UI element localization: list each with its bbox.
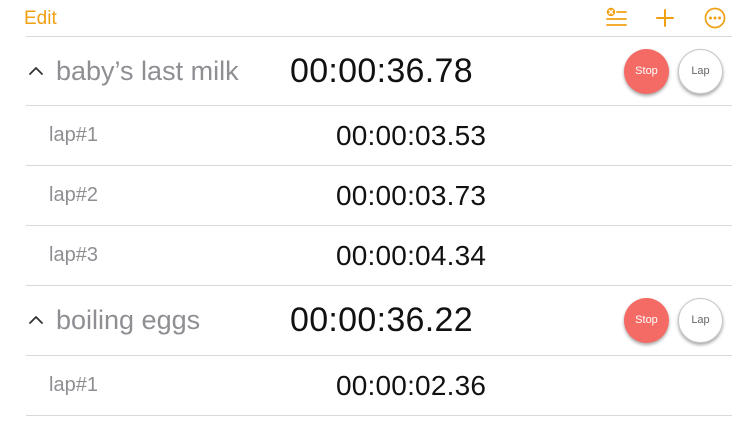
toolbar: Edit (0, 0, 750, 38)
divider (26, 415, 732, 416)
lap-row: lap#1 00:00:02.36 (26, 355, 732, 415)
plus-icon[interactable] (653, 6, 677, 30)
timer-elapsed: 00:00:36.78 (290, 52, 473, 90)
lap-label: lap#1 (49, 374, 98, 396)
lap-row: lap#1 00:00:03.53 (26, 105, 732, 165)
timer-elapsed: 00:00:36.22 (290, 301, 473, 339)
lap-button[interactable]: Lap (678, 298, 723, 343)
stop-button[interactable]: Stop (624, 298, 669, 343)
checklist-delete-icon[interactable] (604, 6, 628, 30)
chevron-up-icon[interactable] (28, 63, 44, 79)
lap-time: 00:00:03.73 (336, 180, 487, 211)
lap-time: 00:00:02.36 (336, 370, 487, 401)
timer-name: boiling eggs (56, 305, 201, 335)
lap-row: lap#2 00:00:03.73 (26, 165, 732, 225)
lap-time: 00:00:04.34 (336, 240, 487, 271)
chevron-up-icon[interactable] (28, 312, 44, 328)
lap-label: lap#1 (49, 124, 98, 146)
lap-time: 00:00:03.53 (336, 120, 487, 151)
lap-label: lap#3 (49, 244, 98, 266)
edit-button[interactable]: Edit (24, 8, 57, 30)
stop-button[interactable]: Stop (624, 49, 669, 94)
lap-label: lap#2 (49, 184, 98, 206)
lap-row: lap#3 00:00:04.34 (26, 225, 732, 285)
lap-button[interactable]: Lap (678, 49, 723, 94)
timer-row: boiling eggs 00:00:36.22 Stop Lap (26, 285, 732, 355)
more-icon[interactable] (703, 6, 727, 30)
timer-row: baby’s last milk 00:00:36.78 Stop Lap (26, 36, 732, 106)
stopwatch-app: Edit baby’s last milk 00:00:36.78 Stop L… (0, 0, 750, 422)
timer-name: baby’s last milk (56, 56, 239, 86)
